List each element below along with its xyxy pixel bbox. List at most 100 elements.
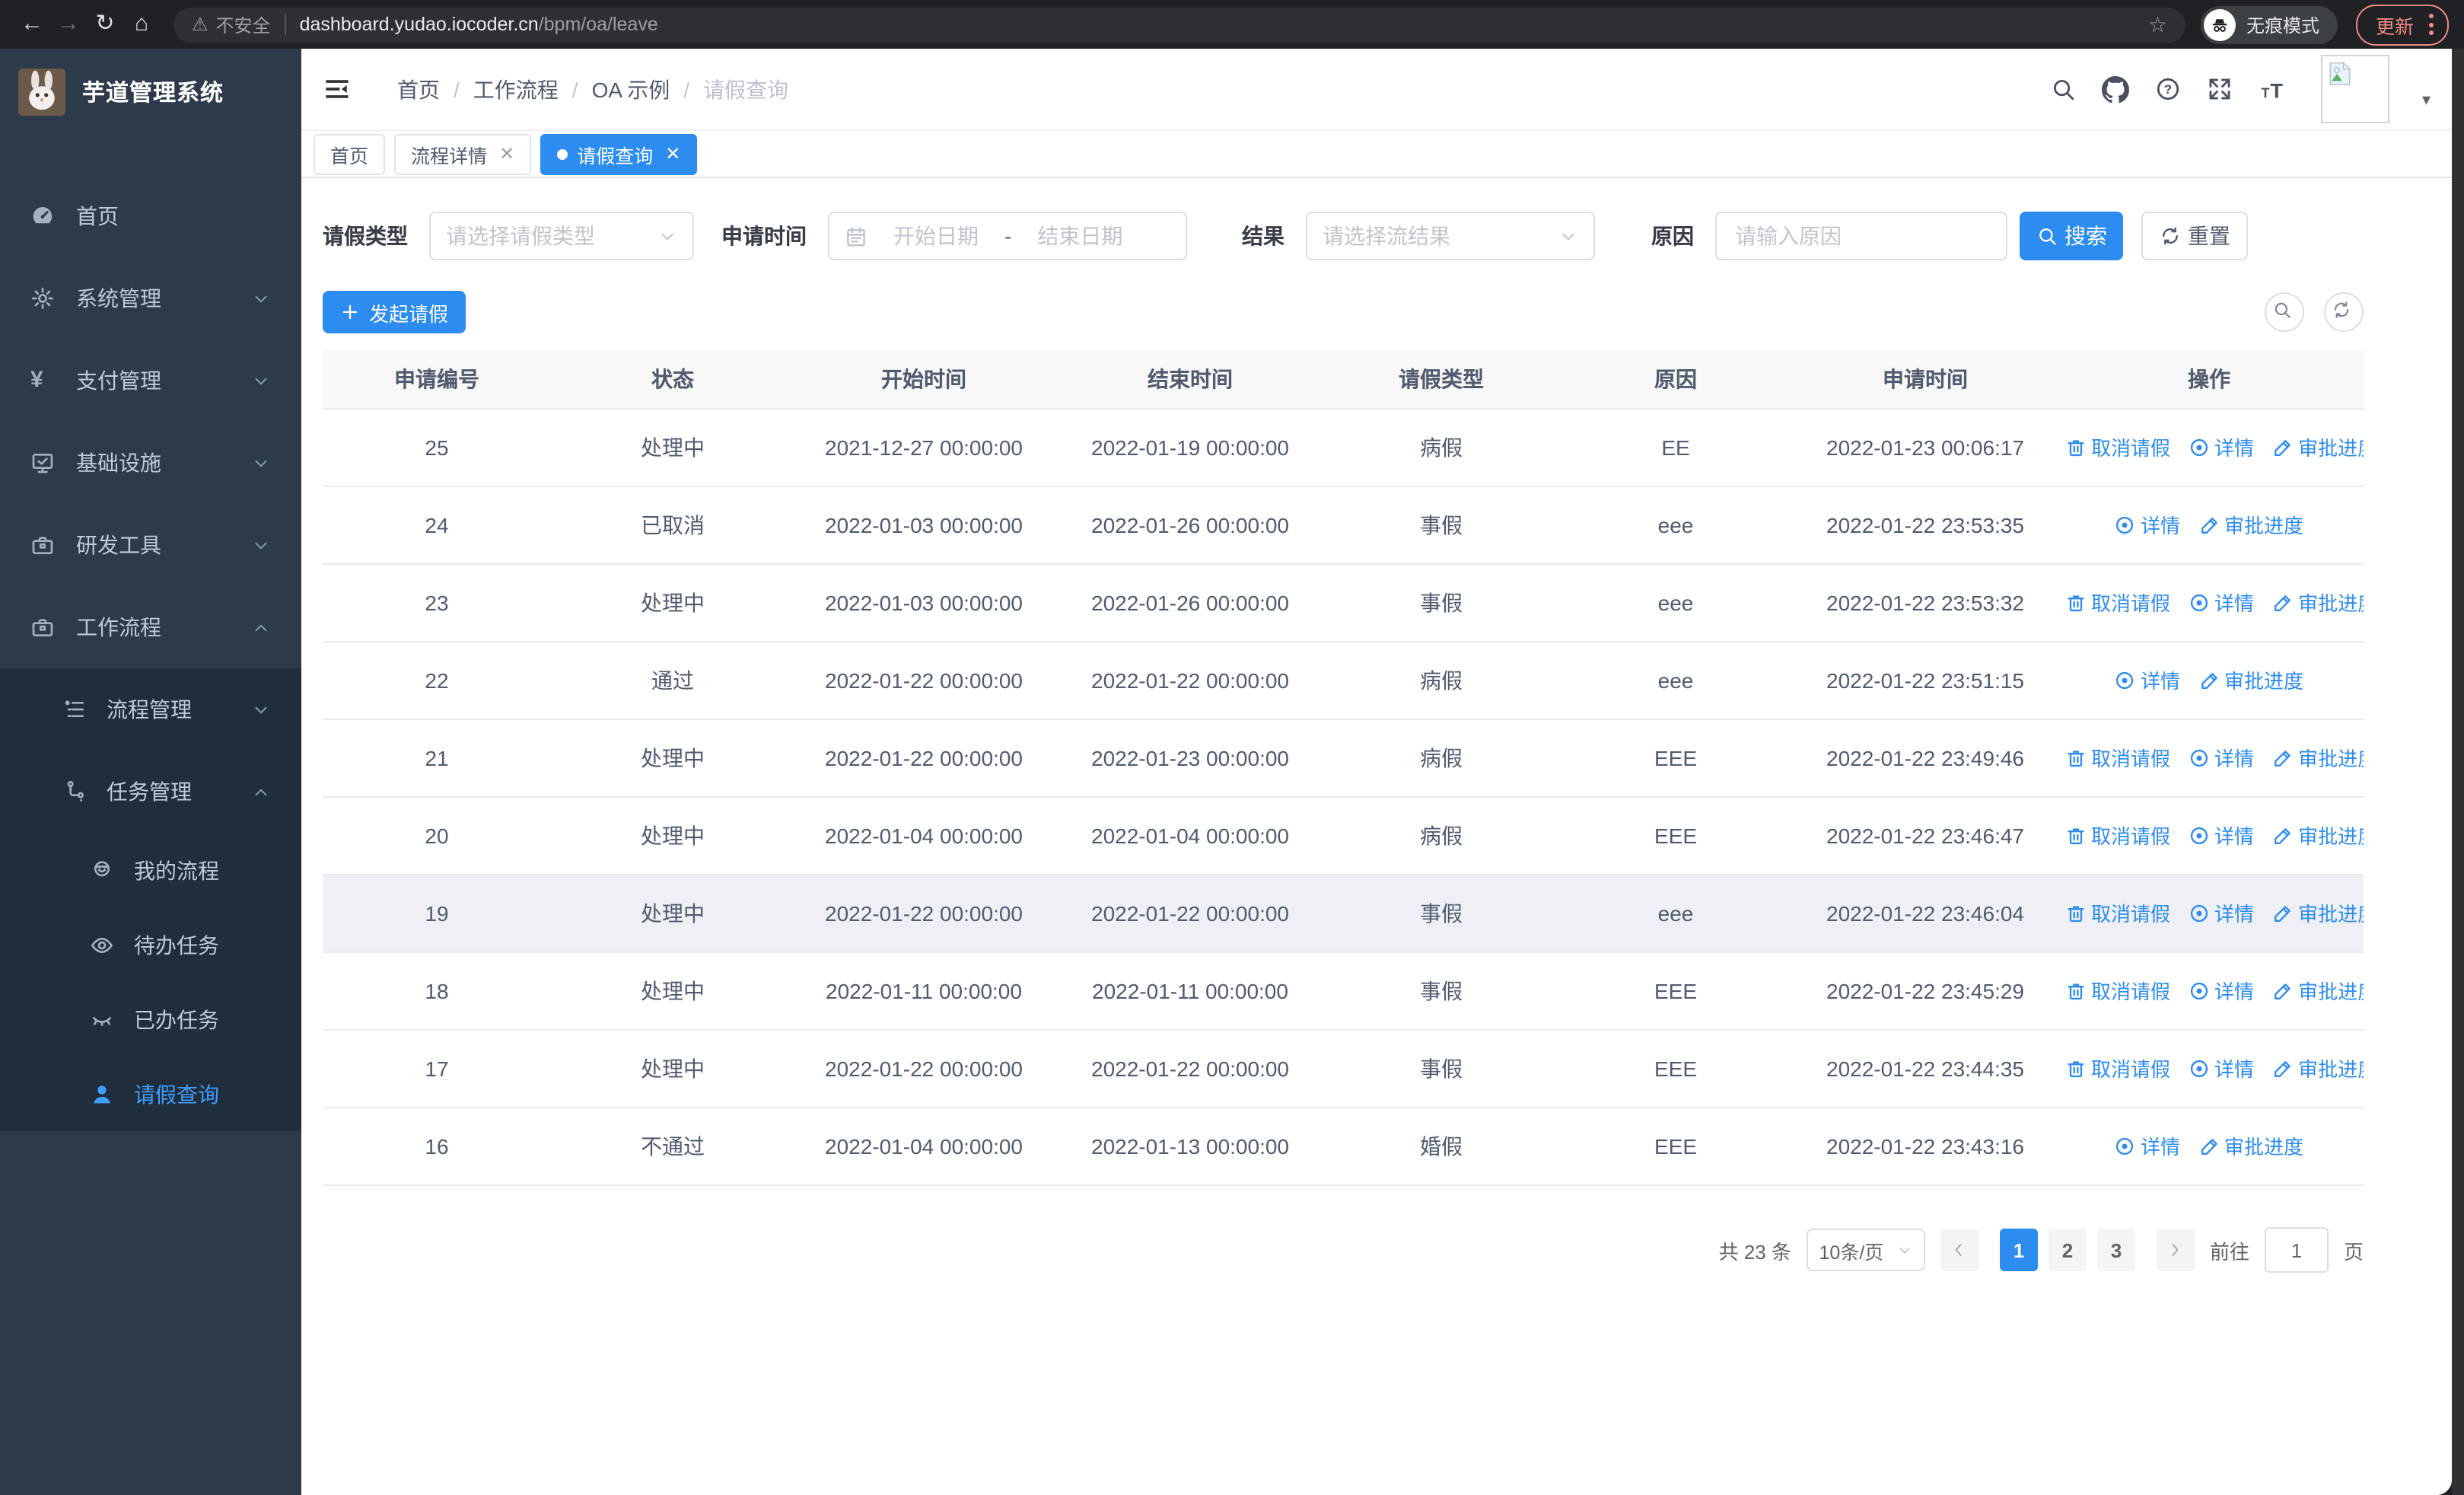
sidebar-item-process-mgmt[interactable]: 流程管理 — [0, 668, 301, 751]
help-icon[interactable]: ? — [2156, 76, 2182, 102]
refresh-icon — [2331, 299, 2357, 325]
page-button-1[interactable]: 1 — [1999, 1229, 2038, 1271]
cell-apply-id: 17 — [323, 1030, 551, 1108]
sidebar-item-my-process[interactable]: 我的流程 — [0, 833, 301, 907]
incognito-label: 无痕模式 — [2246, 14, 2319, 36]
browser-back-icon[interactable]: ← — [15, 0, 49, 49]
action-cancel-link[interactable]: 取消请假 — [2065, 899, 2170, 928]
sidebar-item-infra[interactable]: 基础设施 — [0, 422, 301, 504]
sidebar-item-home[interactable]: 首页 — [0, 175, 301, 257]
action-detail-link[interactable]: 详情 — [2115, 1132, 2180, 1161]
action-cancel-link[interactable]: 取消请假 — [2065, 821, 2170, 850]
tab-home[interactable]: 首页 — [314, 133, 386, 174]
browser-forward-icon[interactable]: → — [52, 0, 85, 49]
action-progress-link[interactable]: 审批进度 — [2272, 977, 2364, 1006]
breadcrumb-workflow[interactable]: 工作流程 — [473, 74, 559, 104]
tab-leave-query[interactable]: 请假查询 ✕ — [540, 133, 698, 174]
action-detail-link[interactable]: 详情 — [2189, 899, 2254, 928]
bookmark-star-icon[interactable]: ☆ — [2148, 11, 2167, 37]
sidebar-collapse-icon[interactable] — [323, 76, 352, 102]
action-cancel-link[interactable]: 取消请假 — [2065, 1054, 2170, 1083]
reason-input[interactable] — [1732, 222, 1991, 250]
app-logo-row[interactable]: 芋道管理系统 — [0, 49, 301, 134]
browser-reload-icon[interactable]: ↻ — [88, 0, 122, 49]
action-progress-link[interactable]: 审批进度 — [2272, 433, 2364, 462]
action-detail-link[interactable]: 详情 — [2189, 433, 2254, 462]
action-detail-link[interactable]: 详情 — [2189, 744, 2254, 773]
avatar-caret-icon[interactable]: ▾ — [2422, 90, 2431, 110]
cell-actions: 取消请假详情审批进度 — [2055, 797, 2364, 875]
eye-circle-icon — [2115, 515, 2136, 536]
action-cancel-link[interactable]: 取消请假 — [2065, 977, 2170, 1006]
sidebar-item-done-tasks[interactable]: 已办任务 — [0, 982, 301, 1057]
browser-update-chip[interactable]: 更新 — [2355, 4, 2449, 45]
page-button-2[interactable]: 2 — [2048, 1229, 2087, 1271]
leave-type-select[interactable]: 请选择请假类型 — [429, 212, 694, 260]
prev-page-button[interactable] — [1940, 1229, 1979, 1271]
refresh-icon — [2159, 225, 2180, 247]
avatar[interactable] — [2321, 55, 2390, 123]
action-cancel-link[interactable]: 取消请假 — [2065, 588, 2170, 617]
next-page-button[interactable] — [2156, 1229, 2195, 1271]
action-progress-link[interactable]: 审批进度 — [2272, 1054, 2364, 1083]
action-detail-link[interactable]: 详情 — [2115, 666, 2180, 695]
goto-page-input[interactable] — [2264, 1227, 2329, 1273]
action-progress-link[interactable]: 审批进度 — [2198, 1132, 2303, 1161]
window-scrollbar[interactable] — [2452, 49, 2464, 1495]
action-progress-link[interactable]: 审批进度 — [2272, 588, 2364, 617]
github-icon[interactable] — [2102, 75, 2130, 103]
fullscreen-icon[interactable] — [2208, 76, 2233, 102]
search-icon[interactable] — [2051, 76, 2077, 102]
end-date-input[interactable] — [1023, 222, 1137, 250]
search-button[interactable]: 搜索 — [2020, 212, 2123, 260]
cell-reason: EEE — [1555, 797, 1796, 875]
close-icon[interactable]: ✕ — [665, 143, 680, 164]
cell-start-time: 2022-01-11 00:00:00 — [794, 952, 1053, 1031]
action-cancel-link[interactable]: 取消请假 — [2065, 744, 2170, 773]
eye-circle-icon — [2189, 1058, 2210, 1079]
workflow-submenu: 流程管理 任务管理 我的流程 待办任务 已办任务 请假查询 — [0, 668, 301, 1131]
sidebar-item-leave-query[interactable]: 请假查询 — [0, 1057, 301, 1131]
create-leave-button[interactable]: 发起请假 — [323, 291, 466, 333]
sidebar-item-task-mgmt[interactable]: 任务管理 — [0, 751, 301, 833]
table-toolbar: 发起请假 — [323, 291, 2364, 333]
action-cancel-link[interactable]: 取消请假 — [2065, 433, 2170, 462]
cell-reason: EEE — [1555, 952, 1796, 1031]
reset-button[interactable]: 重置 — [2141, 212, 2248, 260]
toggle-search-button[interactable] — [2265, 292, 2304, 332]
address-bar[interactable]: ⚠ 不安全 dashboard.yudao.iocoder.cn /bpm/oa… — [173, 7, 2185, 42]
action-progress-link[interactable]: 审批进度 — [2272, 744, 2364, 773]
action-detail-link[interactable]: 详情 — [2189, 977, 2254, 1006]
cell-apply-id: 24 — [323, 486, 551, 565]
action-progress-link[interactable]: 审批进度 — [2198, 666, 2303, 695]
cell-reason: eee — [1555, 875, 1796, 953]
action-progress-link[interactable]: 审批进度 — [2272, 821, 2364, 850]
action-detail-link[interactable]: 详情 — [2115, 511, 2180, 540]
sidebar-item-workflow[interactable]: 工作流程 — [0, 586, 301, 668]
refresh-table-button[interactable] — [2324, 292, 2364, 332]
tab-process-detail[interactable]: 流程详情 ✕ — [394, 133, 532, 174]
browser-home-icon[interactable]: ⌂ — [125, 0, 158, 49]
page-button-3[interactable]: 3 — [2096, 1229, 2135, 1271]
trash-icon — [2065, 592, 2087, 614]
action-detail-link[interactable]: 详情 — [2189, 821, 2254, 850]
font-size-icon[interactable]: TT — [2259, 75, 2290, 103]
cell-actions: 取消请假详情审批进度 — [2055, 564, 2364, 642]
action-progress-link[interactable]: 审批进度 — [2198, 511, 2303, 540]
close-icon[interactable]: ✕ — [499, 143, 514, 164]
sidebar-item-system[interactable]: 系统管理 — [0, 257, 301, 339]
action-progress-link[interactable]: 审批进度 — [2272, 899, 2364, 928]
browser-menu-icon[interactable] — [2429, 14, 2434, 35]
sidebar-item-todo-tasks[interactable]: 待办任务 — [0, 907, 301, 982]
sidebar-item-devtools[interactable]: 研发工具 — [0, 504, 301, 586]
breadcrumb-home[interactable]: 首页 — [397, 74, 440, 104]
start-date-input[interactable] — [880, 222, 992, 250]
sidebar-item-payment[interactable]: ¥ 支付管理 — [0, 339, 301, 422]
page-size-select[interactable]: 10条/页 — [1806, 1229, 1925, 1271]
action-detail-link[interactable]: 详情 — [2189, 588, 2254, 617]
action-detail-link[interactable]: 详情 — [2189, 1054, 2254, 1083]
apply-time-range-picker[interactable]: - — [828, 212, 1187, 260]
result-select[interactable]: 请选择流结果 — [1306, 212, 1595, 260]
update-label[interactable]: 更新 — [2376, 10, 2414, 39]
breadcrumb-oa[interactable]: OA 示例 — [592, 74, 670, 104]
